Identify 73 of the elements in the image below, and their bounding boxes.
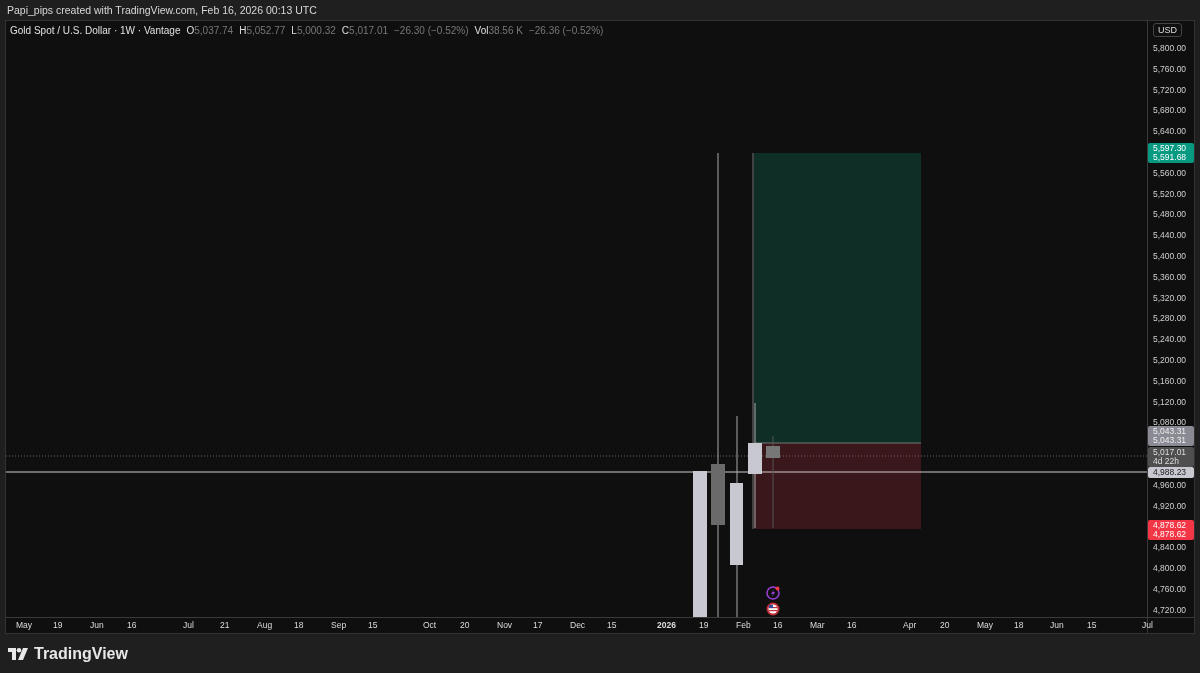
price-tick: 5,080.00 — [1153, 417, 1187, 428]
price-tick: 5,760.00 — [1153, 63, 1187, 74]
price-badge: 5,597.30 5,591.68 — [1148, 143, 1194, 164]
time-tick: 20 — [460, 620, 470, 630]
ohlc-value: H5,052.77 — [239, 25, 286, 36]
time-tick: 19 — [699, 620, 709, 630]
price-tick: 4,800.00 — [1153, 563, 1187, 573]
price-badge: 4,878.62 4,878.62 — [1148, 520, 1194, 541]
price-tick: 5,280.00 — [1153, 313, 1187, 324]
time-tick: 21 — [220, 620, 230, 630]
price-badge: 5,043.31 5,043.31 — [1148, 426, 1194, 447]
time-tick: Nov — [497, 620, 513, 630]
price-tick: 4,920.00 — [1153, 500, 1187, 511]
flag-icon[interactable] — [766, 602, 780, 616]
price-tick: 5,640.00 — [1153, 126, 1187, 137]
time-tick: Dec — [570, 620, 586, 630]
time-tick: 15 — [607, 620, 617, 630]
time-tick: 2026 — [657, 620, 676, 630]
change-value: −26.30 (−0.52%) — [394, 25, 469, 36]
time-tick: Jun — [90, 620, 104, 630]
ohlc-value: C5,017.01 — [341, 25, 388, 36]
time-tick: May — [977, 620, 994, 630]
time-tick: Oct — [423, 620, 437, 630]
time-tick: Feb — [736, 620, 751, 630]
price-tick: 5,800.00 — [1153, 43, 1187, 53]
price-badge: 4,988.23 — [1148, 467, 1194, 479]
price-tick: 5,560.00 — [1153, 167, 1187, 178]
price-tick: 5,520.00 — [1153, 188, 1187, 199]
brand-name: TradingView — [34, 644, 128, 663]
price-tick: 4,720.00 — [1153, 604, 1187, 615]
logo-icon — [8, 647, 28, 660]
price-tick: 5,120.00 — [1153, 396, 1187, 407]
price-tick: 5,320.00 — [1153, 292, 1187, 303]
price-tick: 5,400.00 — [1153, 251, 1187, 261]
price-tick: 5,720.00 — [1153, 84, 1187, 95]
ohlc-value: O5,037.74 — [186, 25, 234, 36]
price-tick: 5,160.00 — [1153, 375, 1187, 386]
price-tick: 5,240.00 — [1153, 334, 1187, 345]
ohlc-value: L5,000.32 — [291, 25, 336, 36]
time-tick: 17 — [533, 620, 543, 630]
time-tick: Aug — [257, 620, 273, 630]
time-tick: May — [16, 620, 33, 630]
symbol-title: Gold Spot / U.S. Dollar · 1W · Vantage — [10, 25, 181, 36]
volume-value: Vol38.56 K — [474, 25, 523, 36]
volume-change: −26.36 (−0.52%) — [528, 25, 604, 36]
time-tick: 15 — [1087, 620, 1097, 630]
time-tick: Jun — [1050, 620, 1064, 630]
price-tick: 5,480.00 — [1153, 209, 1187, 220]
currency-label[interactable]: USD — [1153, 23, 1182, 37]
time-tick: Apr — [903, 620, 917, 630]
price-badge: 5,017.01 4d 22h — [1148, 447, 1194, 468]
time-tick: Jul — [1142, 620, 1153, 630]
price-tick: 5,200.00 — [1153, 355, 1187, 365]
price-tick: 5,360.00 — [1153, 271, 1187, 282]
price-tick: 4,760.00 — [1153, 583, 1187, 594]
lightning-icon[interactable] — [766, 586, 780, 600]
candle — [711, 464, 725, 525]
time-tick: Jul — [183, 620, 194, 630]
time-tick: Mar — [810, 620, 825, 630]
time-tick: 16 — [847, 620, 857, 630]
time-tick: 15 — [368, 620, 378, 630]
time-tick: 16 — [773, 620, 783, 630]
price-tick: 4,840.00 — [1153, 542, 1187, 553]
credit-text: Papi_pips created with TradingView.com, Feb 16, 2026 00:13 UTC — [7, 4, 317, 16]
price-tick: 4,960.00 — [1153, 479, 1187, 490]
time-tick: 18 — [1014, 620, 1024, 630]
price-tick: 5,440.00 — [1153, 230, 1187, 241]
time-tick: 16 — [127, 620, 137, 630]
time-tick: Sep — [331, 620, 347, 630]
time-tick: 18 — [294, 620, 304, 630]
price-tick: 5,680.00 — [1153, 105, 1187, 116]
time-tick: 19 — [53, 620, 63, 630]
time-tick: 20 — [940, 620, 950, 630]
